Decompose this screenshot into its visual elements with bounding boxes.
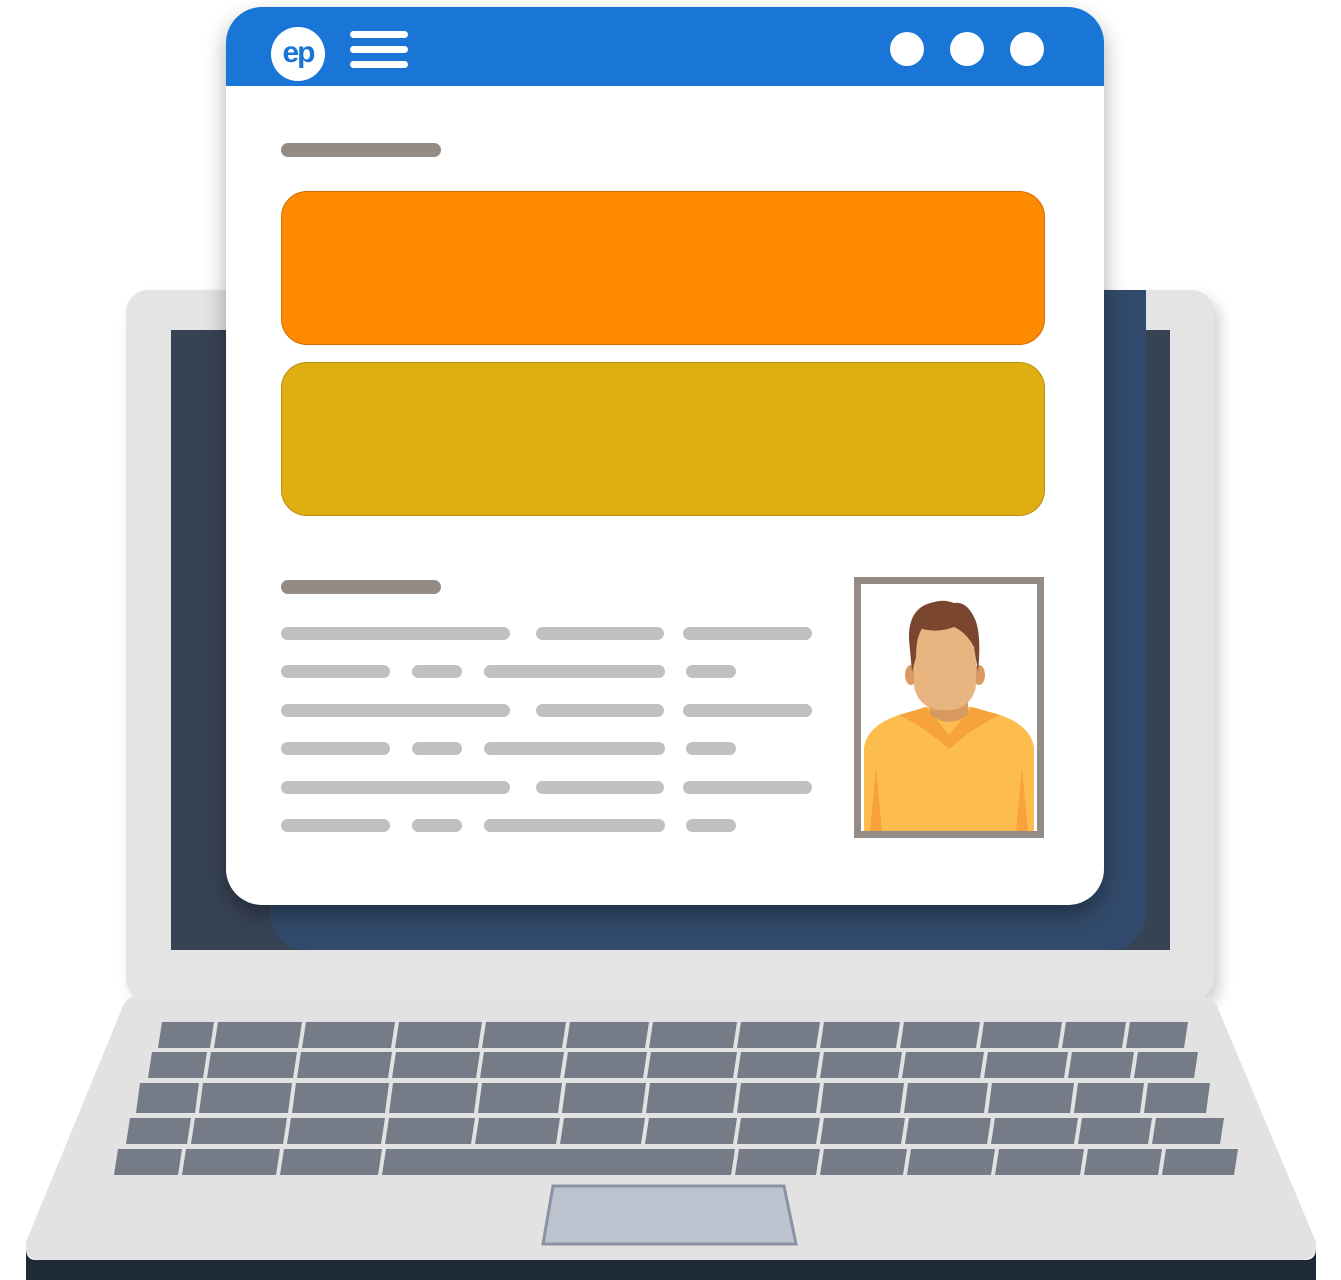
window-dot-icon[interactable] (1010, 32, 1044, 66)
keyboard-key (114, 1149, 182, 1175)
text-line-placeholder (281, 742, 390, 755)
keyboard-key (389, 1083, 478, 1113)
text-line-placeholder (484, 742, 665, 755)
text-line-placeholder (281, 781, 510, 794)
text-line-placeholder (484, 819, 665, 832)
keyboard-key (980, 1022, 1062, 1048)
keyboard-key (292, 1083, 389, 1113)
keyboard-key (480, 1052, 564, 1078)
heading-placeholder (281, 143, 441, 157)
browser-window: ep (226, 7, 1104, 905)
keyboard-key (902, 1052, 984, 1078)
window-dot-icon[interactable] (890, 32, 924, 66)
keyboard-key (475, 1118, 560, 1144)
keyboard-key (302, 1022, 395, 1048)
keyboard-key (1084, 1149, 1162, 1175)
text-line-placeholder (281, 704, 510, 717)
keyboard-key (737, 1083, 820, 1113)
keyboard-key (1144, 1083, 1210, 1113)
keyboard-key (148, 1052, 207, 1078)
keyboard-key (199, 1083, 292, 1113)
keyboard-key (820, 1083, 904, 1113)
text-line-placeholder (686, 819, 736, 832)
text-line-placeholder (536, 627, 664, 640)
text-line-placeholder (412, 742, 462, 755)
keyboard-key (820, 1149, 907, 1175)
keyboard-key (737, 1118, 820, 1144)
keyboard-key (280, 1149, 382, 1175)
keyboard-key (126, 1118, 191, 1144)
text-line-placeholder (412, 665, 462, 678)
keyboard-key (1074, 1083, 1144, 1113)
keyboard-key (287, 1118, 385, 1144)
keyboard-key (382, 1149, 735, 1175)
keyboard-key (564, 1052, 647, 1078)
ep-logo-icon[interactable]: ep (271, 27, 325, 81)
keyboard-key (191, 1118, 287, 1144)
keyboard-key (385, 1118, 475, 1144)
keyboard-key (820, 1118, 905, 1144)
keyboard-key (182, 1149, 280, 1175)
text-line-placeholder (536, 704, 664, 717)
keyboard-key (995, 1149, 1084, 1175)
keyboard-key (991, 1118, 1078, 1144)
section-heading-placeholder (281, 580, 441, 594)
keyboard-key (1068, 1052, 1134, 1078)
text-line-placeholder (484, 665, 665, 678)
keyboard-key (905, 1118, 991, 1144)
keyboard-key (1152, 1118, 1224, 1144)
keyboard-key (297, 1052, 392, 1078)
keyboard-key (737, 1052, 820, 1078)
keyboard-key (566, 1022, 649, 1048)
keyboard-key (482, 1022, 566, 1048)
text-line-placeholder (281, 819, 390, 832)
keyboard-key (907, 1149, 995, 1175)
gold-banner-block[interactable] (281, 362, 1045, 516)
window-dot-icon[interactable] (950, 32, 984, 66)
keyboard-key (207, 1052, 297, 1078)
text-line-placeholder (683, 627, 812, 640)
keyboard-key (136, 1083, 199, 1113)
keyboard-key (900, 1022, 980, 1048)
keyboard-key (158, 1022, 214, 1048)
keyboard-key (646, 1083, 737, 1113)
text-line-placeholder (281, 665, 390, 678)
keyboard-key (392, 1052, 480, 1078)
keyboard-key (649, 1022, 737, 1048)
keyboard-key (560, 1118, 645, 1144)
keyboard-key (1078, 1118, 1152, 1144)
text-line-placeholder (683, 704, 812, 717)
laptop-base (25, 996, 1317, 1280)
hamburger-menu-icon[interactable] (350, 31, 408, 69)
keyboard-key (562, 1083, 646, 1113)
trackpad (541, 1184, 798, 1246)
keyboard-key (984, 1052, 1068, 1078)
keyboard-key (645, 1118, 737, 1144)
keyboard-key (988, 1083, 1074, 1113)
browser-header: ep (226, 7, 1104, 86)
profile-photo[interactable] (854, 577, 1044, 838)
keyboard-key (820, 1022, 900, 1048)
text-line-placeholder (683, 781, 812, 794)
keyboard-key (1062, 1022, 1126, 1048)
orange-banner-block[interactable] (281, 191, 1045, 345)
keyboard-key (214, 1022, 302, 1048)
text-line-placeholder (281, 627, 510, 640)
keyboard-key (647, 1052, 737, 1078)
keyboard-key (1126, 1022, 1188, 1048)
keyboard-key (904, 1083, 988, 1113)
keyboard-key (735, 1149, 820, 1175)
text-line-placeholder (686, 665, 736, 678)
text-line-placeholder (686, 742, 736, 755)
keyboard-key (1134, 1052, 1198, 1078)
keyboard-key (820, 1052, 902, 1078)
keyboard-key (395, 1022, 482, 1048)
keyboard-key (478, 1083, 562, 1113)
keyboard-key (1162, 1149, 1238, 1175)
keyboard-key (737, 1022, 820, 1048)
text-line-placeholder (412, 819, 462, 832)
text-line-placeholder (536, 781, 664, 794)
